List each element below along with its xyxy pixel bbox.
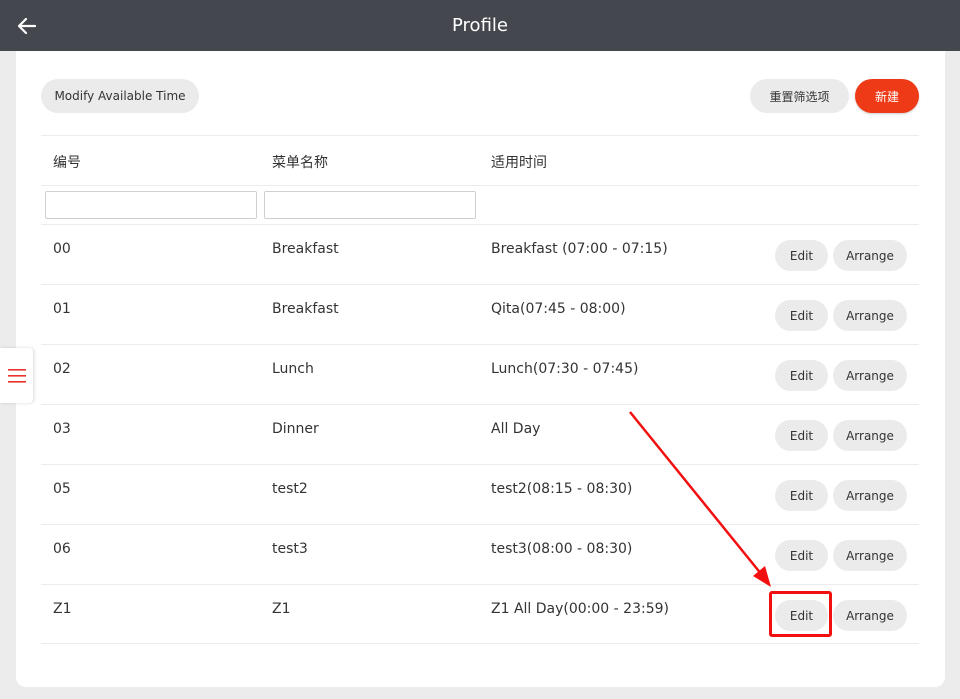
reset-filters-button[interactable]: 重置筛选项: [750, 79, 849, 113]
row-applicable-time: Breakfast (07:00 - 07:15): [491, 241, 668, 257]
arrow-left-icon: [17, 17, 37, 35]
back-button[interactable]: [13, 12, 41, 40]
edit-button[interactable]: Edit: [775, 240, 828, 271]
row-menu-name: Lunch: [272, 361, 314, 377]
table-row: Z1 Z1 Z1 All Day(00:00 - 23:59) Edit Arr…: [41, 584, 919, 644]
row-id: 03: [53, 421, 71, 437]
row-id: 01: [53, 301, 71, 317]
table-row: 05 test2 test2(08:15 - 08:30) Edit Arran…: [41, 464, 919, 524]
row-id: 02: [53, 361, 71, 377]
arrange-button[interactable]: Arrange: [833, 540, 907, 571]
page-title: Profile: [452, 15, 508, 36]
column-header-id: 编号: [53, 155, 81, 171]
main-card: Modify Available Time 重置筛选项 新建 编号 菜单名称 适…: [16, 51, 945, 687]
table-row: 06 test3 test3(08:00 - 08:30) Edit Arran…: [41, 524, 919, 584]
column-header-menu-name: 菜单名称: [272, 155, 328, 171]
row-menu-name: test2: [272, 481, 308, 497]
row-applicable-time: Lunch(07:30 - 07:45): [491, 361, 639, 377]
row-id: 05: [53, 481, 71, 497]
filter-row: [41, 185, 919, 224]
filter-menu-name-input[interactable]: [264, 191, 476, 219]
row-id: Z1: [53, 601, 72, 617]
top-bar: Profile: [0, 0, 960, 51]
row-applicable-time: test3(08:00 - 08:30): [491, 541, 633, 557]
menu-table: 编号 菜单名称 适用时间 00 Breakfast Breakfast (07:…: [41, 135, 919, 644]
arrange-button[interactable]: Arrange: [833, 420, 907, 451]
filter-id-input[interactable]: [45, 191, 257, 219]
row-menu-name: Dinner: [272, 421, 319, 437]
modify-available-time-button[interactable]: Modify Available Time: [41, 79, 199, 113]
row-applicable-time: Qita(07:45 - 08:00): [491, 301, 626, 317]
arrange-button[interactable]: Arrange: [833, 360, 907, 391]
column-header-applicable-time: 适用时间: [491, 155, 547, 171]
arrange-button[interactable]: Arrange: [833, 300, 907, 331]
new-button[interactable]: 新建: [855, 79, 919, 113]
row-applicable-time: test2(08:15 - 08:30): [491, 481, 633, 497]
hamburger-menu-icon: [7, 368, 26, 383]
arrange-button[interactable]: Arrange: [833, 480, 907, 511]
table-row: 02 Lunch Lunch(07:30 - 07:45) Edit Arran…: [41, 344, 919, 404]
table-row: 03 Dinner All Day Edit Arrange: [41, 404, 919, 464]
row-applicable-time: All Day: [491, 421, 541, 437]
table-header-row: 编号 菜单名称 适用时间: [41, 135, 919, 185]
edit-button[interactable]: Edit: [775, 480, 828, 511]
edit-button[interactable]: Edit: [775, 360, 828, 391]
table-row: 00 Breakfast Breakfast (07:00 - 07:15) E…: [41, 224, 919, 284]
sidebar-toggle-button[interactable]: [0, 348, 33, 403]
row-menu-name: Breakfast: [272, 241, 339, 257]
edit-button[interactable]: Edit: [775, 540, 828, 571]
row-menu-name: test3: [272, 541, 308, 557]
row-applicable-time: Z1 All Day(00:00 - 23:59): [491, 601, 669, 617]
arrange-button[interactable]: Arrange: [833, 240, 907, 271]
edit-button[interactable]: Edit: [775, 600, 828, 631]
row-id: 06: [53, 541, 71, 557]
table-row: 01 Breakfast Qita(07:45 - 08:00) Edit Ar…: [41, 284, 919, 344]
edit-button[interactable]: Edit: [775, 300, 828, 331]
row-menu-name: Breakfast: [272, 301, 339, 317]
arrange-button[interactable]: Arrange: [833, 600, 907, 631]
row-menu-name: Z1: [272, 601, 291, 617]
row-id: 00: [53, 241, 71, 257]
edit-button[interactable]: Edit: [775, 420, 828, 451]
